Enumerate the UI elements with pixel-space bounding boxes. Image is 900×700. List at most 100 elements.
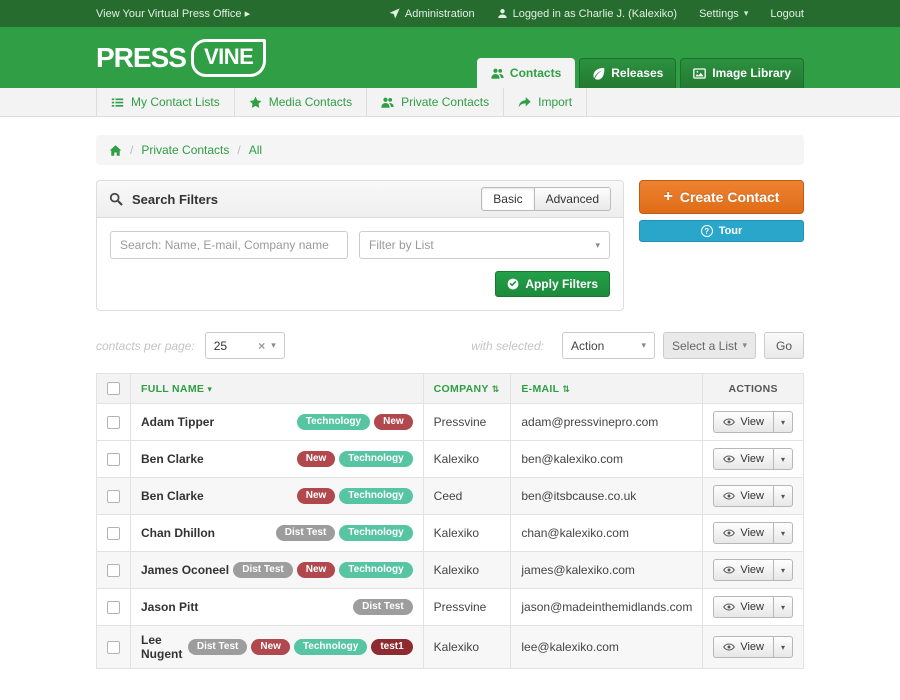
clear-icon[interactable]: × xyxy=(258,339,265,353)
select-a-list-select[interactable]: Select a List ▾ xyxy=(663,332,756,359)
table-row: Lee Nugent Dist TestNewTechnologytest1 K… xyxy=(97,626,804,669)
subnav-item-my-contact-lists[interactable]: My Contact Lists xyxy=(96,88,235,116)
question-circle-icon: ? xyxy=(701,225,713,237)
view-button-label: View xyxy=(740,564,764,576)
view-dropdown-button[interactable]: ▾ xyxy=(774,559,793,581)
search-input[interactable] xyxy=(110,231,348,259)
star-icon xyxy=(249,96,262,109)
logout-label: Logout xyxy=(770,8,804,20)
chevron-down-icon: ▾ xyxy=(641,341,646,350)
tag-badge: Technology xyxy=(339,562,412,578)
tag-list: Dist TestTechnology xyxy=(276,525,413,541)
filter-by-list-value: Filter by List xyxy=(369,238,434,252)
tag-badge: Technology xyxy=(339,525,412,541)
basic-mode-button[interactable]: Basic xyxy=(481,187,534,211)
view-caret-icon: ▾ xyxy=(781,529,785,538)
column-header-actions: ACTIONS xyxy=(703,374,804,404)
view-button[interactable]: View xyxy=(713,485,774,507)
full-name-header-label: FULL NAME xyxy=(141,383,204,395)
row-checkbox[interactable] xyxy=(107,453,120,466)
action-select[interactable]: Action ▾ xyxy=(562,332,655,359)
filter-mode-toggle: Basic Advanced xyxy=(481,187,611,211)
row-checkbox[interactable] xyxy=(107,527,120,540)
settings-menu[interactable]: Settings ▾ xyxy=(699,8,748,20)
view-dropdown-button[interactable]: ▾ xyxy=(774,485,793,507)
administration-link[interactable]: Administration xyxy=(389,8,475,20)
breadcrumb-private-contacts[interactable]: Private Contacts xyxy=(141,143,229,157)
tag-badge: New xyxy=(297,488,336,504)
sort-desc-icon: ▾ xyxy=(207,384,212,394)
view-dropdown-button[interactable]: ▾ xyxy=(774,636,793,658)
view-dropdown-button[interactable]: ▾ xyxy=(774,411,793,433)
contact-company: Kalexiko xyxy=(423,515,511,552)
tag-badge: New xyxy=(297,451,336,467)
row-checkbox[interactable] xyxy=(107,601,120,614)
filter-by-list-select[interactable]: Filter by List ▾ xyxy=(359,231,610,259)
row-checkbox[interactable] xyxy=(107,564,120,577)
chevron-down-icon: ▾ xyxy=(744,9,749,18)
breadcrumb: / Private Contacts / All xyxy=(96,135,804,165)
subnav-label: Import xyxy=(538,95,572,109)
tour-button[interactable]: ? Tour xyxy=(639,220,804,242)
tag-badge: New xyxy=(251,639,290,655)
subnav-item-import[interactable]: Import xyxy=(504,88,587,116)
per-page-select[interactable]: 25 × ▾ xyxy=(205,332,285,359)
contact-email: jason@madeinthemidlands.com xyxy=(511,589,703,626)
view-caret-icon: ▾ xyxy=(781,643,785,652)
tag-badge: Technology xyxy=(294,639,367,655)
column-header-email[interactable]: E-MAIL ⇅ xyxy=(511,374,703,404)
subnav-label: Media Contacts xyxy=(269,95,352,109)
subnav-label: My Contact Lists xyxy=(131,95,220,109)
logout-link[interactable]: Logout xyxy=(770,8,804,20)
tag-list: NewTechnology xyxy=(297,451,413,467)
eye-icon xyxy=(723,490,735,502)
tag-list: NewTechnology xyxy=(297,488,413,504)
create-contact-button[interactable]: + Create Contact xyxy=(639,180,804,214)
subnav-item-media-contacts[interactable]: Media Contacts xyxy=(235,88,367,116)
tab-contacts[interactable]: Contacts xyxy=(477,58,575,88)
view-button[interactable]: View xyxy=(713,636,774,658)
view-button[interactable]: View xyxy=(713,448,774,470)
view-button[interactable]: View xyxy=(713,559,774,581)
row-checkbox[interactable] xyxy=(107,416,120,429)
contact-company: Kalexiko xyxy=(423,626,511,669)
logged-in-user[interactable]: Logged in as Charlie J. (Kalexiko) xyxy=(497,8,677,20)
breadcrumb-separator: / xyxy=(237,143,240,157)
view-caret-icon: ▾ xyxy=(781,418,785,427)
contact-name: Jason Pitt xyxy=(141,600,198,614)
row-checkbox[interactable] xyxy=(107,490,120,503)
row-checkbox[interactable] xyxy=(107,641,120,654)
view-dropdown-button[interactable]: ▾ xyxy=(774,448,793,470)
chevron-down-icon: ▾ xyxy=(742,341,747,350)
view-button[interactable]: View xyxy=(713,596,774,618)
pressvine-logo[interactable]: PRESS VINE xyxy=(96,39,266,77)
home-icon[interactable] xyxy=(109,144,122,157)
view-dropdown-button[interactable]: ▾ xyxy=(774,522,793,544)
company-header-label: COMPANY xyxy=(434,383,489,395)
select-all-checkbox[interactable] xyxy=(107,382,120,395)
top-utility-bar: View Your Virtual Press Office ▸ Adminis… xyxy=(0,0,900,27)
view-button-label: View xyxy=(740,527,764,539)
press-office-link[interactable]: View Your Virtual Press Office ▸ xyxy=(96,7,250,20)
tab-releases[interactable]: Releases xyxy=(579,58,676,88)
view-button[interactable]: View xyxy=(713,411,774,433)
column-header-company[interactable]: COMPANY ⇅ xyxy=(423,374,511,404)
tag-badge: Technology xyxy=(339,488,412,504)
view-button-label: View xyxy=(740,641,764,653)
advanced-mode-button[interactable]: Advanced xyxy=(535,187,611,211)
tag-badge: Dist Test xyxy=(353,599,413,615)
breadcrumb-all[interactable]: All xyxy=(249,143,262,157)
view-dropdown-button[interactable]: ▾ xyxy=(774,596,793,618)
action-select-value: Action xyxy=(571,339,604,353)
go-button[interactable]: Go xyxy=(764,332,804,359)
tour-label: Tour xyxy=(719,225,743,237)
view-button[interactable]: View xyxy=(713,522,774,544)
contact-email: ben@itsbcause.co.uk xyxy=(511,478,703,515)
tab-image-library[interactable]: Image Library xyxy=(680,58,804,88)
subnav-label: Private Contacts xyxy=(401,95,489,109)
column-header-full-name[interactable]: FULL NAME ▾ xyxy=(131,374,424,404)
contact-company: Pressvine xyxy=(423,404,511,441)
apply-filters-button[interactable]: Apply Filters xyxy=(495,271,610,297)
location-arrow-icon xyxy=(389,8,400,19)
subnav-item-private-contacts[interactable]: Private Contacts xyxy=(367,88,504,116)
